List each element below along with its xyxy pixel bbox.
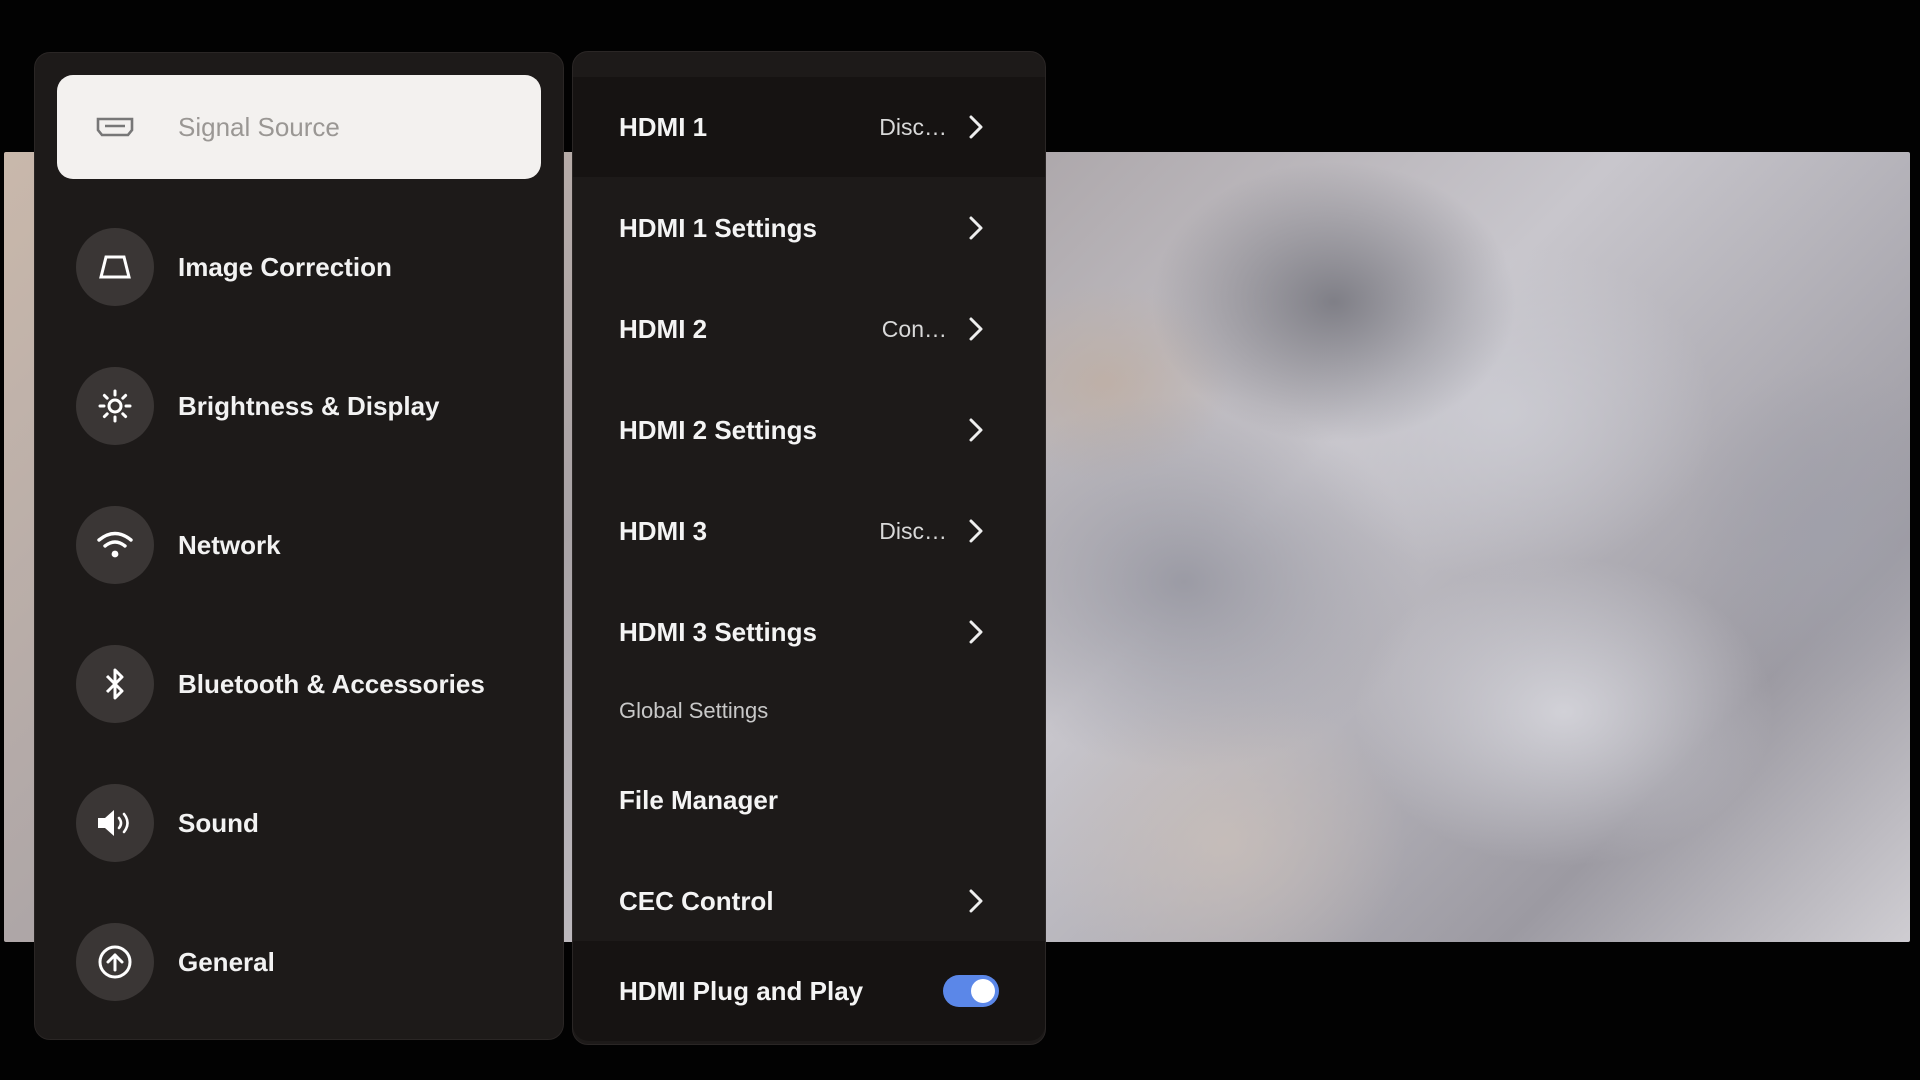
- row-label: HDMI 3 Settings: [619, 616, 817, 647]
- sidebar-item-bluetooth[interactable]: Bluetooth & Accessories: [57, 632, 541, 736]
- sidebar-item-label: General: [178, 946, 275, 977]
- chevron-right-icon: [969, 889, 983, 913]
- global-settings-heading: Global Settings: [619, 698, 769, 723]
- sidebar-item-label: Brightness & Display: [178, 390, 440, 421]
- chevron-right-icon: [969, 216, 983, 240]
- chevron-right-icon: [969, 418, 983, 442]
- chevron-right-icon: [969, 317, 983, 341]
- row-label: HDMI Plug and Play: [619, 975, 864, 1006]
- chevron-right-icon: [969, 519, 983, 543]
- file-manager-row[interactable]: File Manager: [573, 750, 1045, 850]
- hdmi-1-row[interactable]: HDMI 1 Disc…: [573, 77, 1045, 177]
- hdmi-plug-and-play-row[interactable]: HDMI Plug and Play: [573, 941, 1045, 1041]
- row-label: HDMI 2 Settings: [619, 414, 817, 445]
- toggle-knob: [971, 979, 995, 1003]
- row-label: File Manager: [619, 784, 778, 815]
- row-label: HDMI 2: [619, 313, 708, 344]
- chevron-right-icon: [969, 620, 983, 644]
- trapezoid-icon: [76, 228, 154, 306]
- sidebar-item-sound[interactable]: Sound: [57, 771, 541, 875]
- sidebar-item-label: Image Correction: [178, 251, 392, 282]
- signal-source-menu: HDMI 1 Disc… HDMI 1 Settings HDMI 2 Con……: [572, 51, 1046, 1045]
- row-label: HDMI 3: [619, 515, 708, 546]
- sidebar-item-label: Bluetooth & Accessories: [178, 668, 485, 699]
- chevron-right-icon: [969, 115, 983, 139]
- sidebar-item-label: Signal Source: [178, 111, 340, 142]
- speaker-icon: [76, 784, 154, 862]
- sun-icon: [76, 367, 154, 445]
- bluetooth-icon: [76, 645, 154, 723]
- hdmi-2-settings-row[interactable]: HDMI 2 Settings: [573, 380, 1045, 480]
- connection-status: Con…: [881, 315, 947, 342]
- wifi-icon: [76, 506, 154, 584]
- hdmi-3-settings-row[interactable]: HDMI 3 Settings: [573, 582, 1045, 682]
- sidebar-item-image-correction[interactable]: Image Correction: [57, 215, 541, 319]
- cec-control-row[interactable]: CEC Control: [573, 851, 1045, 951]
- plug-and-play-toggle[interactable]: [943, 975, 999, 1007]
- sidebar-item-label: Sound: [178, 807, 259, 838]
- sidebar-item-general[interactable]: General: [57, 910, 541, 1014]
- row-label: HDMI 1: [619, 111, 708, 142]
- settings-sidebar: Signal Source Image Correction Brightnes…: [34, 52, 564, 1040]
- hdmi-port-icon: [76, 88, 154, 166]
- sidebar-item-label: Network: [178, 529, 281, 560]
- connection-status: Disc…: [879, 517, 947, 544]
- connection-status: Disc…: [879, 113, 947, 140]
- hdmi-1-settings-row[interactable]: HDMI 1 Settings: [573, 178, 1045, 278]
- upload-circle-icon: [76, 923, 154, 1001]
- sidebar-item-signal-source[interactable]: Signal Source: [57, 75, 541, 179]
- sidebar-item-brightness-display[interactable]: Brightness & Display: [57, 354, 541, 458]
- sidebar-item-network[interactable]: Network: [57, 493, 541, 597]
- row-label: HDMI 1 Settings: [619, 212, 817, 243]
- hdmi-2-row[interactable]: HDMI 2 Con…: [573, 279, 1045, 379]
- hdmi-3-row[interactable]: HDMI 3 Disc…: [573, 481, 1045, 581]
- row-label: CEC Control: [619, 885, 774, 916]
